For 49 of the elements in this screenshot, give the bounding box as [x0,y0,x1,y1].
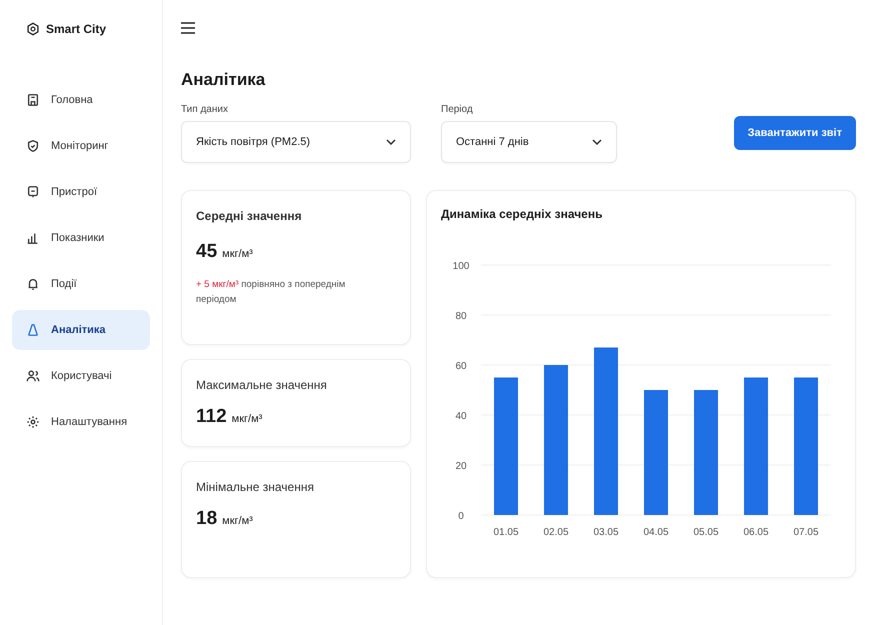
stat-title: Мінімальне значення [196,480,315,494]
axis-label: 20 [455,461,467,472]
brand-name: Smart City [46,22,106,36]
axis-label: 07.05 [793,527,819,538]
stat-value: 18 [196,508,218,530]
stat-unit: мкг/м³ [222,248,253,260]
axis-label: 04.05 [643,527,669,538]
nav-item[interactable]: Головна [12,80,150,120]
page-title: Аналітика [181,70,266,90]
dropdown-field[interactable]: Якість повітря (PM2.5) [181,121,411,163]
nav-item[interactable]: Події [12,264,150,304]
download-button[interactable]: Завантажити звіт [734,116,856,150]
axis-label: 02.05 [543,527,569,538]
stat-value: 45 [196,241,218,263]
stat-unit: мкг/м³ [232,413,262,425]
logo-icon [26,22,40,36]
chevron-icon [386,139,396,145]
chart-title: Динаміка середніх значень [441,207,604,221]
axis-label: 80 [455,311,467,322]
stat-title: Середні значення [196,209,303,223]
bell-icon [26,277,40,291]
axis-label: 03.05 [593,527,619,538]
device-icon [26,185,40,199]
axis-label: 100 [452,261,470,272]
users-icon [26,369,40,383]
settings-icon [26,415,40,429]
axis-label: 05.05 [693,527,719,538]
nav-item[interactable]: Аналітика [12,310,150,350]
axis-label: 60 [455,361,467,372]
nav-item[interactable]: Налаштування [12,402,150,442]
dropdown-field[interactable]: Останні 7 днів [441,121,617,163]
nav-item[interactable]: Показники [12,218,150,258]
stat-value: 112 [196,406,227,428]
trend-text: + 5 мкг/м³ порівняно з попереднім періодом [196,278,346,308]
chevron-icon [592,139,602,145]
shield-icon [26,139,40,153]
axis-label: 06.05 [743,527,769,538]
field-label: Період [441,104,474,115]
axis-label: 0 [458,511,464,522]
bar-chart-icon [26,231,40,245]
axis-label: 40 [455,411,467,422]
field-label: Тип даних [181,104,229,115]
nav-item[interactable]: Моніторинг [12,126,150,166]
stat-unit: мкг/м³ [222,515,253,527]
axis-label: 01.05 [493,527,519,538]
nav-item[interactable]: Пристрої [12,172,150,212]
stat-title: Максимальне значення [196,378,328,392]
nav-item[interactable]: Користувачі [12,356,150,396]
menu-icon[interactable] [181,22,195,34]
